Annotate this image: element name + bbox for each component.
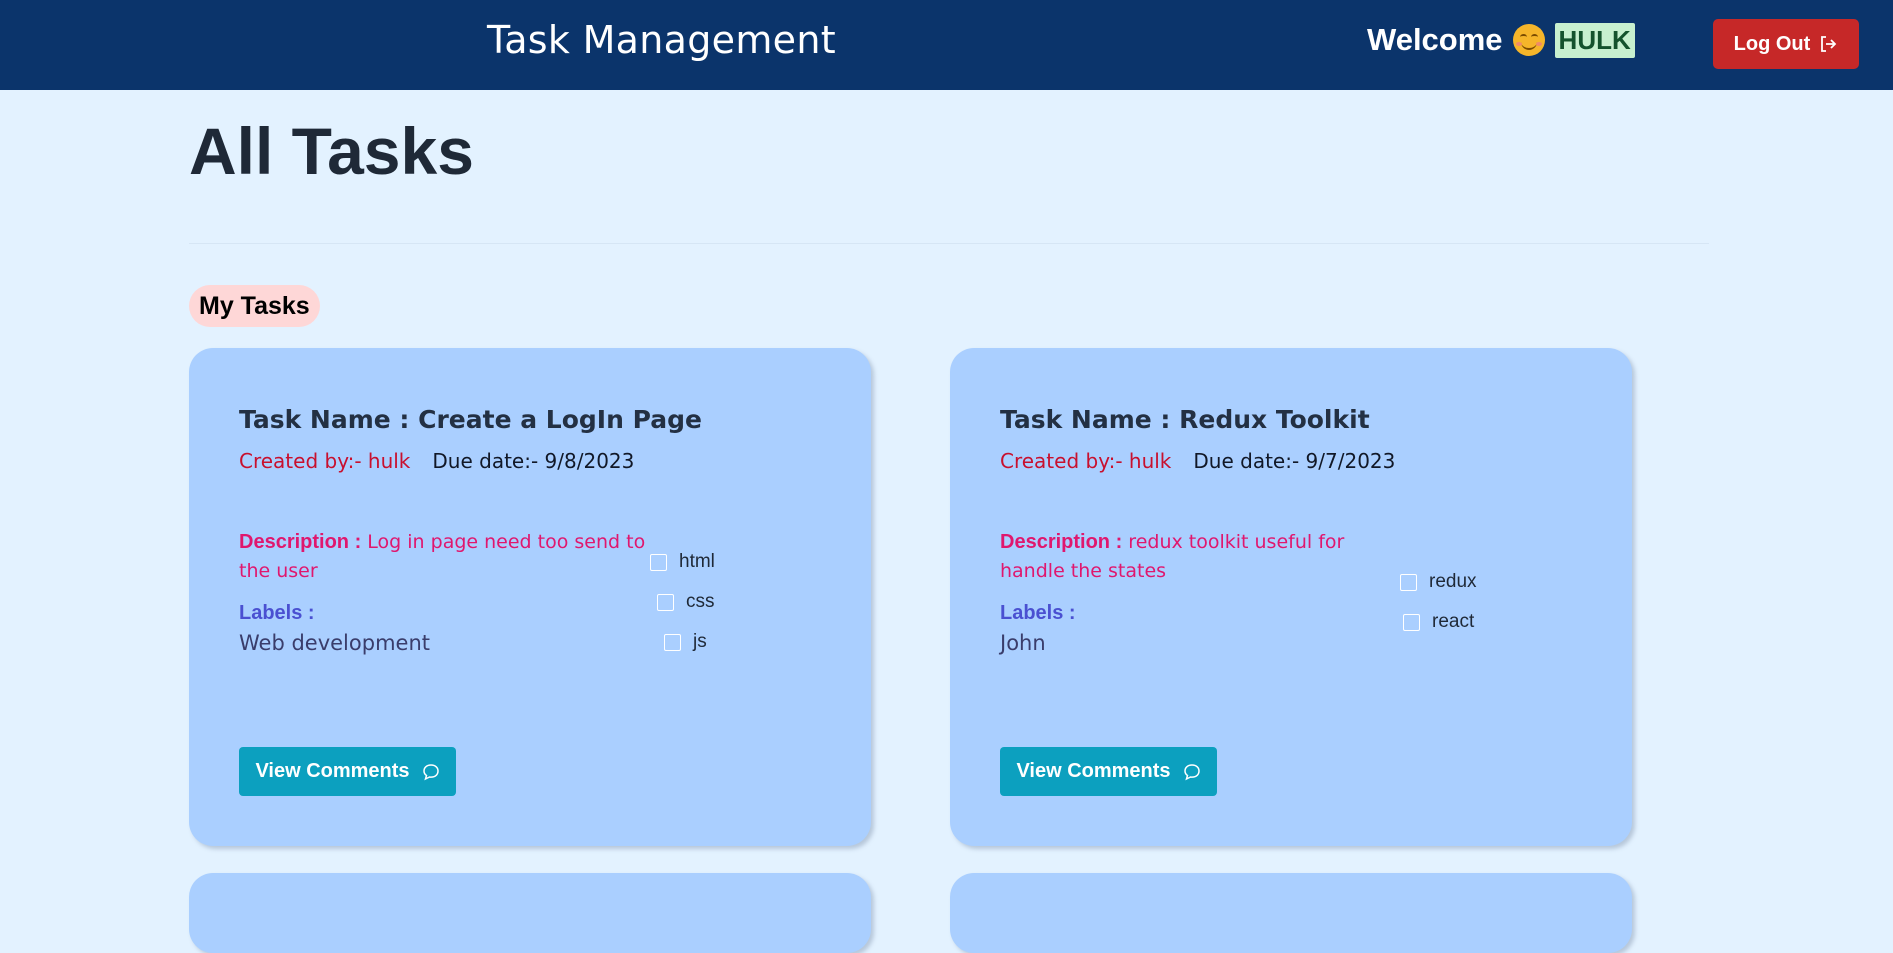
app-title: Task Management xyxy=(487,18,836,62)
task-meta: Created by:- hulk Due date:- 9/8/2023 xyxy=(239,449,634,473)
labels-heading: Labels : xyxy=(1000,602,1076,624)
checklist-item-redux[interactable]: redux xyxy=(1400,571,1477,593)
view-comments-button[interactable]: View Comments xyxy=(239,747,456,796)
checkbox[interactable] xyxy=(664,633,681,651)
chat-bubble-icon xyxy=(1183,763,1200,780)
checklist-label: css xyxy=(686,591,715,612)
checkbox[interactable] xyxy=(1403,613,1420,631)
view-comments-label: View Comments xyxy=(1016,760,1171,782)
welcome-greeting: Welcome HULK xyxy=(1367,22,1635,58)
checklist-item-html[interactable]: html xyxy=(650,551,715,573)
labels-value: Web development xyxy=(239,631,430,655)
created-by: Created by:- hulk xyxy=(1000,449,1172,473)
description-label: Description : xyxy=(239,531,362,553)
created-by: Created by:- hulk xyxy=(239,449,411,473)
page-title: All Tasks xyxy=(189,114,474,188)
task-card-partial xyxy=(950,873,1632,953)
my-tasks-badge: My Tasks xyxy=(189,285,320,327)
checklist-label: html xyxy=(679,551,715,572)
checkbox[interactable] xyxy=(650,553,667,571)
top-navbar: Task Management Welcome HULK Log Out xyxy=(0,0,1893,90)
labels-heading: Labels : xyxy=(239,602,315,624)
task-meta: Created by:- hulk Due date:- 9/7/2023 xyxy=(1000,449,1395,473)
task-name: Task Name : Create a LogIn Page xyxy=(239,405,702,434)
checklist-label: redux xyxy=(1429,571,1477,592)
checklist-item-react[interactable]: react xyxy=(1403,611,1474,633)
view-comments-label: View Comments xyxy=(255,760,410,782)
divider xyxy=(189,243,1709,244)
username-badge: HULK xyxy=(1554,22,1635,58)
task-card: Task Name : Redux Toolkit Created by:- h… xyxy=(950,348,1632,846)
task-card-partial xyxy=(189,873,871,953)
logout-button-label: Log Out xyxy=(1733,32,1811,55)
task-description: Description : redux toolkit useful for h… xyxy=(1000,528,1380,586)
checklist-item-js[interactable]: js xyxy=(664,631,707,653)
checklist-label: react xyxy=(1432,611,1475,632)
logout-button[interactable]: Log Out xyxy=(1713,19,1859,69)
checkbox[interactable] xyxy=(1400,573,1417,591)
smiling-face-icon xyxy=(1512,24,1545,56)
task-description: Description : Log in page need too send … xyxy=(239,528,659,586)
welcome-text: Welcome xyxy=(1367,22,1503,57)
task-name: Task Name : Redux Toolkit xyxy=(1000,405,1370,434)
checkbox[interactable] xyxy=(657,593,674,611)
logout-arrow-icon xyxy=(1821,36,1837,52)
description-label: Description : xyxy=(1000,531,1123,553)
due-date: Due date:- 9/8/2023 xyxy=(432,449,635,473)
labels-value: John xyxy=(1000,631,1046,655)
view-comments-button[interactable]: View Comments xyxy=(1000,747,1217,796)
task-card: Task Name : Create a LogIn Page Created … xyxy=(189,348,871,846)
checklist-item-css[interactable]: css xyxy=(657,591,715,613)
due-date: Due date:- 9/7/2023 xyxy=(1193,449,1396,473)
checklist-label: js xyxy=(693,631,707,652)
chat-bubble-icon xyxy=(422,763,439,780)
